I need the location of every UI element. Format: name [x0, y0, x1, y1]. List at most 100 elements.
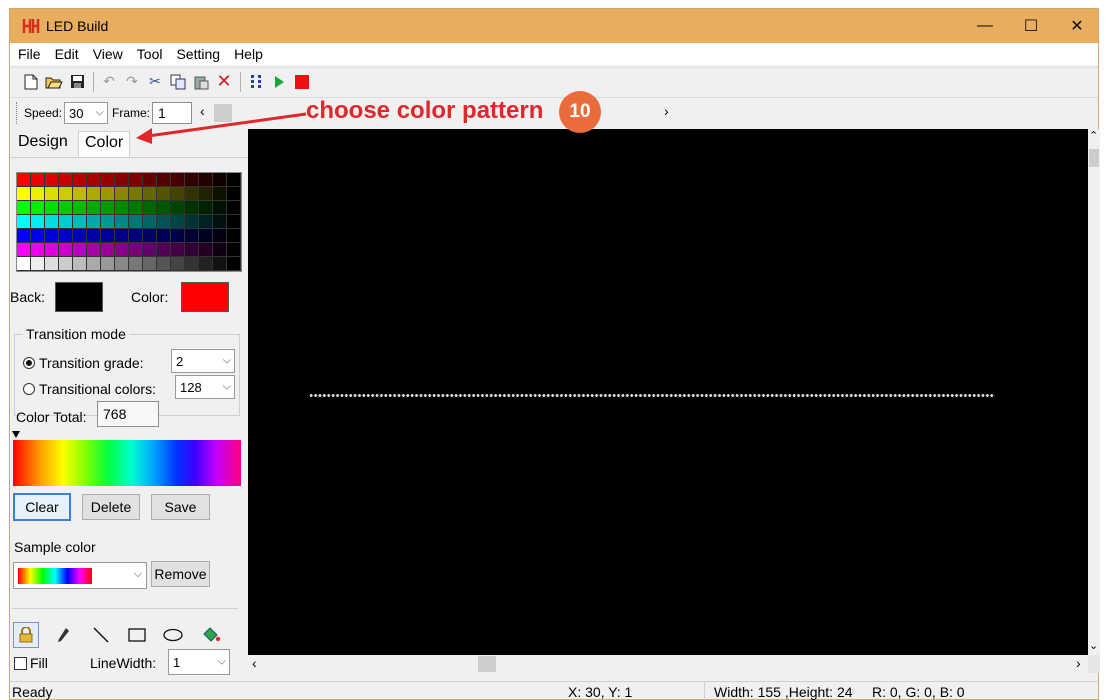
palette-swatch[interactable] — [171, 257, 185, 271]
color-gradient-bar[interactable] — [13, 440, 241, 486]
new-file-icon[interactable] — [20, 71, 42, 93]
remove-button[interactable]: Remove — [151, 561, 210, 587]
palette-swatch[interactable] — [199, 187, 213, 201]
fore-color-swatch[interactable] — [181, 282, 229, 312]
line-icon[interactable] — [88, 622, 114, 648]
palette-swatch[interactable] — [157, 229, 171, 243]
menu-help[interactable]: Help — [234, 46, 263, 62]
fill-checkbox[interactable]: Fill — [14, 655, 48, 671]
palette-swatch[interactable] — [73, 201, 87, 215]
menu-tool[interactable]: Tool — [137, 46, 163, 62]
palette-swatch[interactable] — [59, 215, 73, 229]
palette-swatch[interactable] — [115, 215, 129, 229]
palette-swatch[interactable] — [101, 187, 115, 201]
clear-button[interactable]: Clear — [13, 493, 71, 521]
back-color-swatch[interactable] — [55, 282, 103, 312]
undo-icon[interactable]: ↶ — [98, 71, 120, 93]
palette-swatch[interactable] — [129, 187, 143, 201]
palette-swatch[interactable] — [115, 229, 129, 243]
pencil-icon[interactable] — [50, 622, 76, 648]
palette-swatch[interactable] — [87, 187, 101, 201]
close-button[interactable]: ✕ — [1054, 9, 1100, 43]
chevron-down-icon[interactable]: ⌄ — [1089, 639, 1098, 652]
tab-color[interactable]: Color — [78, 131, 131, 157]
palette-swatch[interactable] — [17, 229, 31, 243]
palette-swatch[interactable] — [45, 201, 59, 215]
open-folder-icon[interactable] — [43, 71, 65, 93]
palette-swatch[interactable] — [45, 173, 59, 187]
palette-swatch[interactable] — [171, 229, 185, 243]
palette-swatch[interactable] — [17, 201, 31, 215]
menu-view[interactable]: View — [93, 46, 123, 62]
palette-swatch[interactable] — [185, 229, 199, 243]
horizontal-scrollbar[interactable]: ‹ › — [248, 655, 1088, 673]
palette-swatch[interactable] — [157, 257, 171, 271]
palette-swatch[interactable] — [45, 187, 59, 201]
palette-swatch[interactable] — [227, 257, 241, 271]
fill-bucket-icon[interactable] — [198, 622, 224, 648]
palette-swatch[interactable] — [129, 229, 143, 243]
palette-swatch[interactable] — [171, 201, 185, 215]
stop-icon[interactable] — [291, 71, 313, 93]
palette-swatch[interactable] — [185, 173, 199, 187]
palette-swatch[interactable] — [73, 187, 87, 201]
palette-swatch[interactable] — [17, 215, 31, 229]
palette-swatch[interactable] — [17, 257, 31, 271]
palette-swatch[interactable] — [199, 243, 213, 257]
palette-swatch[interactable] — [213, 201, 227, 215]
menu-file[interactable]: File — [18, 46, 41, 62]
linewidth-select[interactable]: 1 ⌵ — [168, 649, 230, 675]
palette-swatch[interactable] — [73, 243, 87, 257]
maximize-button[interactable]: ☐ — [1008, 9, 1054, 43]
palette-swatch[interactable] — [143, 173, 157, 187]
palette-swatch[interactable] — [31, 173, 45, 187]
palette-swatch[interactable] — [59, 187, 73, 201]
palette-swatch[interactable] — [199, 215, 213, 229]
palette-swatch[interactable] — [185, 215, 199, 229]
palette-swatch[interactable] — [171, 243, 185, 257]
palette-swatch[interactable] — [101, 201, 115, 215]
save-icon[interactable] — [66, 71, 88, 93]
palette-swatch[interactable] — [31, 201, 45, 215]
palette-swatch[interactable] — [87, 215, 101, 229]
palette-swatch[interactable] — [129, 173, 143, 187]
palette-swatch[interactable] — [17, 173, 31, 187]
palette-swatch[interactable] — [31, 257, 45, 271]
gradient-marker-icon[interactable] — [12, 431, 20, 438]
tab-design[interactable]: Design — [12, 131, 74, 157]
palette-swatch[interactable] — [115, 173, 129, 187]
chevron-up-icon[interactable]: ⌃ — [1089, 129, 1098, 142]
palette-swatch[interactable] — [115, 243, 129, 257]
palette-swatch[interactable] — [157, 243, 171, 257]
palette-swatch[interactable] — [101, 243, 115, 257]
palette-swatch[interactable] — [87, 243, 101, 257]
palette-swatch[interactable] — [157, 173, 171, 187]
palette-swatch[interactable] — [129, 201, 143, 215]
palette-swatch[interactable] — [143, 201, 157, 215]
palette-swatch[interactable] — [45, 243, 59, 257]
palette-swatch[interactable] — [101, 229, 115, 243]
palette-swatch[interactable] — [227, 173, 241, 187]
paste-icon[interactable] — [190, 71, 212, 93]
palette-swatch[interactable] — [101, 215, 115, 229]
color-palette[interactable] — [16, 172, 242, 272]
scroll-thumb[interactable] — [1089, 149, 1099, 167]
palette-swatch[interactable] — [115, 187, 129, 201]
transition-grade-radio[interactable]: Transition grade: — [23, 355, 144, 371]
palette-swatch[interactable] — [171, 187, 185, 201]
palette-swatch[interactable] — [199, 201, 213, 215]
sample-color-select[interactable]: ⌵ — [13, 562, 147, 589]
palette-swatch[interactable] — [199, 173, 213, 187]
palette-swatch[interactable] — [213, 173, 227, 187]
palette-swatch[interactable] — [157, 215, 171, 229]
palette-swatch[interactable] — [115, 201, 129, 215]
palette-swatch[interactable] — [185, 187, 199, 201]
palette-swatch[interactable] — [45, 257, 59, 271]
palette-swatch[interactable] — [59, 229, 73, 243]
palette-swatch[interactable] — [185, 257, 199, 271]
lock-icon[interactable] — [13, 622, 39, 648]
redo-icon[interactable]: ↷ — [121, 71, 143, 93]
palette-swatch[interactable] — [45, 229, 59, 243]
ellipse-icon[interactable] — [160, 622, 186, 648]
scroll-thumb[interactable] — [478, 656, 496, 672]
